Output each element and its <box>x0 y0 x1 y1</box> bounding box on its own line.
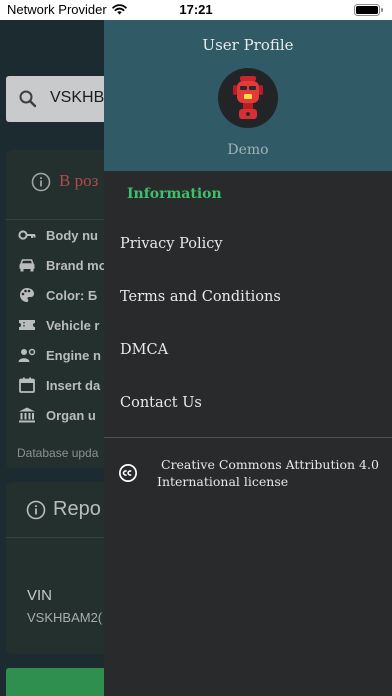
row-label: Body nu <box>46 227 98 243</box>
menu-privacy-policy[interactable]: Privacy Policy <box>120 236 223 252</box>
vin-label: VIN <box>27 587 53 604</box>
search-icon <box>18 89 38 113</box>
menu-contact-us[interactable]: Contact Us <box>120 395 202 411</box>
row-body-number: Body nu <box>18 225 98 245</box>
menu-dmca[interactable]: DMCA <box>120 342 168 358</box>
row-engine: Engine n <box>18 345 101 365</box>
info-icon <box>26 500 46 524</box>
car-icon <box>19 259 35 272</box>
robot-avatar-icon <box>233 76 263 119</box>
information-section-title: Information <box>127 186 222 202</box>
search-value: VSKHB <box>50 89 105 106</box>
profile-name: Demo <box>227 142 269 158</box>
engine-user-icon <box>18 348 36 362</box>
license-text: Creative Commons Attribution 4.0 Interna… <box>157 456 387 490</box>
palette-icon <box>20 288 35 302</box>
row-brand-model: Brand mo <box>18 255 107 275</box>
row-organ: Organ u <box>18 405 96 425</box>
license-line-1: Creative Commons Attribution 4.0 <box>161 457 379 472</box>
info-icon <box>31 172 51 196</box>
row-label: Engine n <box>46 347 101 363</box>
row-label: Brand mo <box>46 257 107 273</box>
license-line-2: International license <box>157 474 289 489</box>
vin-value: VSKHBAM2( <box>27 610 103 625</box>
status-bar: Network Provider 17:21 <box>0 0 392 20</box>
avatar[interactable] <box>218 68 278 128</box>
row-insert-date: Insert da <box>18 375 100 395</box>
row-color: Color: Б <box>18 285 97 305</box>
row-label: Color: Б <box>46 287 98 303</box>
card-heading: В роз <box>59 171 99 190</box>
row-label: Insert da <box>46 377 101 393</box>
calendar-icon <box>19 377 35 393</box>
creative-commons-icon <box>119 464 137 482</box>
battery-icon <box>354 4 383 16</box>
profile-title: User Profile <box>202 36 294 54</box>
menu-terms-and-conditions[interactable]: Terms and Conditions <box>120 289 281 305</box>
database-update-text: Database upda <box>17 446 99 460</box>
key-icon <box>18 230 36 240</box>
row-label: Vehicle r <box>46 317 100 333</box>
navigation-drawer: User Profile Demo Information Privacy Po… <box>104 20 392 696</box>
drawer-header: User Profile Demo <box>104 20 392 171</box>
row-vehicle: Vehicle r <box>18 315 99 335</box>
status-time: 17:21 <box>179 2 213 17</box>
bank-icon <box>19 407 35 423</box>
row-label: Organ u <box>46 407 96 423</box>
report-title: Repo <box>53 498 101 520</box>
ticket-icon <box>19 320 35 330</box>
drawer-divider <box>104 437 392 438</box>
